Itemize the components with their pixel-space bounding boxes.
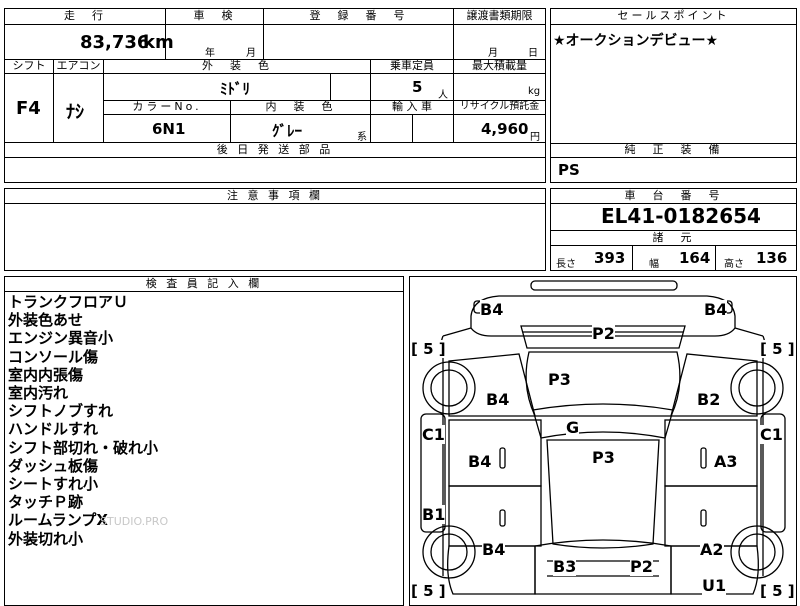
exterior-color-cell bbox=[103, 73, 331, 101]
mileage-unit: km bbox=[143, 32, 174, 53]
chassis-number: EL41-0182654 bbox=[601, 204, 761, 228]
inspector-item: 外装色あせ bbox=[8, 311, 84, 330]
mark-b3-front: B3 bbox=[553, 557, 577, 576]
recycle-unit: 円 bbox=[530, 132, 540, 143]
mark-c1-right: C1 bbox=[760, 425, 783, 444]
inspector-item: ダッシュ板傷 bbox=[8, 456, 99, 475]
inspector-item: シフトノブすれ bbox=[8, 402, 114, 421]
spec-length-label: 長さ bbox=[556, 259, 576, 270]
spec-height-value: 136 bbox=[756, 249, 788, 267]
spec-width-label: 幅 bbox=[649, 259, 659, 270]
registration-header: 登 録 番 号 bbox=[263, 8, 454, 25]
color-no-header: カラーNo. bbox=[103, 100, 231, 115]
watermark: STUDIO.PRO bbox=[100, 515, 169, 528]
interior-suffix: 系 bbox=[357, 132, 367, 143]
exterior-color-value: ﾐﾄﾞﾘ bbox=[220, 80, 251, 98]
import-cell-left bbox=[370, 114, 413, 143]
inspector-header: 検 査 員 記 入 欄 bbox=[4, 276, 404, 292]
tire-label-rear-right: [ 5 ] bbox=[760, 340, 795, 358]
inspector-item: シートすれ小 bbox=[8, 475, 99, 494]
inspector-item: タッチＰ跡 bbox=[8, 493, 84, 512]
aircon-header: エアコン bbox=[53, 59, 104, 74]
notes-header: 注 意 事 項 欄 bbox=[4, 188, 546, 204]
inspector-item: 外装切れ小 bbox=[8, 529, 84, 548]
genuine-value: PS bbox=[558, 161, 580, 179]
exterior-color-header: 外 装 色 bbox=[103, 59, 371, 74]
mark-p2-front: P2 bbox=[630, 557, 653, 576]
inspection-header: 車 検 bbox=[165, 8, 264, 25]
exterior-color-extra bbox=[330, 73, 371, 101]
inspection-month: 月 bbox=[246, 48, 256, 59]
spec-length-value: 393 bbox=[594, 249, 626, 267]
transfer-deadline-header: 譲渡書類期限 bbox=[453, 8, 546, 25]
mark-b4-left-door: B4 bbox=[468, 452, 492, 471]
mark-b4-rear-right: B4 bbox=[704, 300, 728, 319]
max-load-header: 最大積載量 bbox=[453, 59, 546, 74]
capacity-unit: 人 bbox=[438, 90, 448, 101]
inspector-item: 室内汚れ bbox=[8, 384, 69, 403]
max-load-unit: kg bbox=[528, 86, 541, 97]
shift-value: F4 bbox=[16, 98, 41, 119]
recycle-value: 4,960 bbox=[481, 120, 529, 138]
inspection-year: 年 bbox=[205, 48, 215, 59]
mark-p2-rear-glass: P2 bbox=[592, 324, 615, 343]
shipping-header: 後 日 発 送 部 品 bbox=[4, 142, 546, 158]
mark-p3-roof: P3 bbox=[548, 370, 571, 389]
specs-header: 諸 元 bbox=[550, 230, 797, 246]
mileage-value: 83,736 bbox=[80, 32, 150, 53]
mark-a2-right-front: A2 bbox=[700, 540, 724, 559]
registration-cell bbox=[263, 24, 454, 60]
mark-u1-right: U1 bbox=[702, 576, 727, 595]
aircon-value: ﾅｼ bbox=[66, 102, 84, 123]
inspector-list: トランクフロアＵ 外装色あせ エンジン異音小 コンソール傷 室内内張傷 室内汚れ… bbox=[8, 293, 158, 548]
shift-header: シフト bbox=[4, 59, 54, 74]
mark-p3-hood: P3 bbox=[592, 448, 615, 467]
tire-label-rear-left: [ 5 ] bbox=[411, 340, 446, 358]
tire-label-front-right: [ 5 ] bbox=[760, 582, 795, 600]
color-no-value: 6N1 bbox=[152, 120, 186, 138]
tire-label-front-left: [ 5 ] bbox=[411, 582, 446, 600]
recycle-header: リサイクル預託金 bbox=[453, 100, 546, 115]
mark-a3-right-door: A3 bbox=[714, 452, 738, 471]
inspector-item: ハンドルすれ bbox=[8, 420, 99, 439]
genuine-header: 純 正 装 備 bbox=[550, 143, 797, 158]
mark-c1-left: C1 bbox=[422, 425, 445, 444]
capacity-header: 乗車定員 bbox=[370, 59, 454, 74]
interior-color-value: ｸﾞﾚｰ bbox=[272, 122, 303, 140]
mileage-header: 走 行 bbox=[4, 8, 166, 25]
mark-b4-left-quarter: B4 bbox=[486, 390, 510, 409]
transfer-month: 月 bbox=[488, 48, 498, 59]
sales-point-text: ★オークションデビュー★ bbox=[553, 33, 719, 49]
capacity-value: 5 bbox=[412, 78, 423, 96]
transfer-day: 日 bbox=[528, 48, 538, 59]
mark-b1-left: B1 bbox=[422, 505, 446, 524]
chassis-header: 車 台 番 号 bbox=[550, 188, 797, 204]
spec-width-value: 164 bbox=[679, 249, 711, 267]
inspector-item: シフト部切れ・破れ小 bbox=[8, 438, 159, 457]
sales-point-header: セールスポイント bbox=[550, 8, 797, 25]
inspector-item: 室内内張傷 bbox=[8, 365, 84, 384]
spec-height-label: 高さ bbox=[724, 259, 744, 270]
inspector-item: トランクフロアＵ bbox=[8, 293, 129, 311]
interior-color-header: 内 装 色 bbox=[230, 100, 371, 115]
shipping-cell bbox=[4, 157, 546, 183]
inspector-item: エンジン異音小 bbox=[8, 329, 114, 348]
mark-b4-left-front: B4 bbox=[482, 540, 506, 559]
inspector-item: コンソール傷 bbox=[8, 347, 99, 366]
import-cell-right bbox=[412, 114, 454, 143]
mark-b4-rear-left: B4 bbox=[480, 300, 504, 319]
mark-g-windshield: G bbox=[566, 418, 580, 437]
import-header: 輸 入 車 bbox=[370, 100, 454, 115]
mark-b2-right-quarter: B2 bbox=[697, 390, 721, 409]
